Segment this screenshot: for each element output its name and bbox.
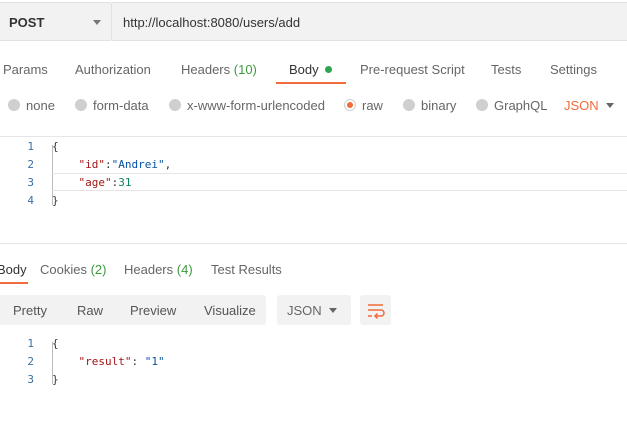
- tab-settings[interactable]: Settings: [550, 62, 597, 77]
- response-tab-body[interactable]: Body: [0, 262, 27, 277]
- code-line: 1 {: [0, 334, 627, 352]
- body-type-options: none form-data x-www-form-urlencoded raw…: [0, 92, 627, 120]
- url-text: http://localhost:8080/users/add: [123, 15, 301, 30]
- tab-body[interactable]: Body: [289, 62, 332, 77]
- radio-raw[interactable]: [344, 99, 356, 111]
- json-value: "1": [144, 355, 165, 368]
- option-urlencoded-label: x-www-form-urlencoded: [187, 98, 325, 113]
- active-tab-underline: [276, 82, 346, 84]
- response-format-label: JSON: [287, 303, 322, 318]
- chevron-down-icon: [93, 20, 101, 25]
- response-tab-headers-label: Headers: [124, 262, 174, 277]
- request-tabs: Params Authorization Headers (10) Body P…: [0, 52, 627, 86]
- json-key: "id": [78, 158, 106, 171]
- response-tab-headers[interactable]: Headers (4): [124, 262, 193, 277]
- response-headers-count: (4): [176, 262, 193, 277]
- code-text: }: [52, 194, 59, 207]
- view-pretty-button[interactable]: Pretty: [13, 303, 47, 318]
- tab-prerequest-script[interactable]: Pre-request Script: [360, 62, 465, 77]
- json-value: 31: [118, 176, 132, 189]
- option-form-data-label: form-data: [93, 98, 149, 113]
- wrap-lines-icon: [368, 304, 385, 320]
- method-select[interactable]: POST: [0, 2, 112, 41]
- line-number: 2: [27, 355, 34, 368]
- tab-params[interactable]: Params: [3, 62, 48, 77]
- tab-headers[interactable]: Headers (10): [181, 62, 257, 77]
- code-text: {: [52, 140, 59, 153]
- method-label: POST: [9, 15, 45, 30]
- json-key: "age": [78, 176, 112, 189]
- code-text: {: [52, 337, 59, 350]
- request-body-editor[interactable]: 1 { 2 "id":"Andrei", 3 "age":31 4 }: [0, 137, 627, 223]
- option-none-label: none: [26, 98, 55, 113]
- code-line: 3 "age":31: [0, 173, 627, 191]
- wrap-lines-button[interactable]: [360, 295, 391, 325]
- view-raw-button[interactable]: Raw: [77, 303, 103, 318]
- code-line: 2 "id":"Andrei",: [0, 155, 627, 173]
- response-tab-test-results[interactable]: Test Results: [211, 262, 282, 277]
- line-number: 1: [27, 140, 34, 153]
- code-line: 1 {: [0, 137, 627, 155]
- code-line: 2 "result": "1": [0, 352, 627, 370]
- response-tab-cookies[interactable]: Cookies (2): [40, 262, 106, 277]
- code-text: "age":31: [78, 176, 132, 189]
- radio-none[interactable]: [8, 99, 20, 111]
- chevron-down-icon: [329, 308, 337, 313]
- tab-tests[interactable]: Tests: [491, 62, 521, 77]
- code-text: }: [52, 373, 59, 386]
- code-text: "id":"Andrei",: [78, 158, 172, 171]
- view-visualize-button[interactable]: Visualize: [204, 303, 256, 318]
- radio-binary[interactable]: [403, 99, 415, 111]
- response-tabs: Body Cookies (2) Headers (4) Test Result…: [0, 256, 627, 284]
- line-number: 1: [27, 337, 34, 350]
- cookies-count: (2): [90, 262, 107, 277]
- option-graphql-label: GraphQL: [494, 98, 548, 113]
- line-number: 2: [27, 158, 34, 171]
- tab-headers-label: Headers: [181, 62, 231, 77]
- modified-dot-icon: [324, 66, 332, 73]
- json-key: "result": [78, 355, 132, 368]
- view-mode-group: Pretty Raw Preview Visualize: [0, 295, 266, 325]
- response-tab-cookies-label: Cookies: [40, 262, 87, 277]
- radio-urlencoded[interactable]: [169, 99, 181, 111]
- view-preview-button[interactable]: Preview: [130, 303, 176, 318]
- line-number: 3: [27, 176, 34, 189]
- code-line: 3 }: [0, 370, 627, 388]
- radio-graphql[interactable]: [476, 99, 488, 111]
- radio-form-data[interactable]: [75, 99, 87, 111]
- divider: [0, 243, 627, 244]
- tab-body-label: Body: [289, 62, 319, 77]
- line-number: 4: [27, 194, 34, 207]
- request-bar: POST http://localhost:8080/users/add: [0, 0, 627, 43]
- chevron-down-icon: [606, 103, 614, 108]
- body-format-select[interactable]: JSON: [564, 98, 599, 113]
- json-value: "Andrei": [111, 158, 165, 171]
- option-binary-label: binary: [421, 98, 457, 113]
- url-input[interactable]: http://localhost:8080/users/add: [112, 2, 627, 41]
- response-format-select[interactable]: JSON: [277, 295, 351, 325]
- option-raw-label: raw: [362, 98, 383, 113]
- code-line: 4 }: [0, 191, 627, 209]
- line-number: 3: [27, 373, 34, 386]
- tab-authorization[interactable]: Authorization: [75, 62, 151, 77]
- headers-count: (10): [233, 62, 257, 77]
- response-body-viewer[interactable]: 1 { 2 "result": "1" 3 }: [0, 334, 627, 392]
- active-tab-underline: [0, 282, 28, 284]
- code-text: "result": "1": [78, 355, 165, 368]
